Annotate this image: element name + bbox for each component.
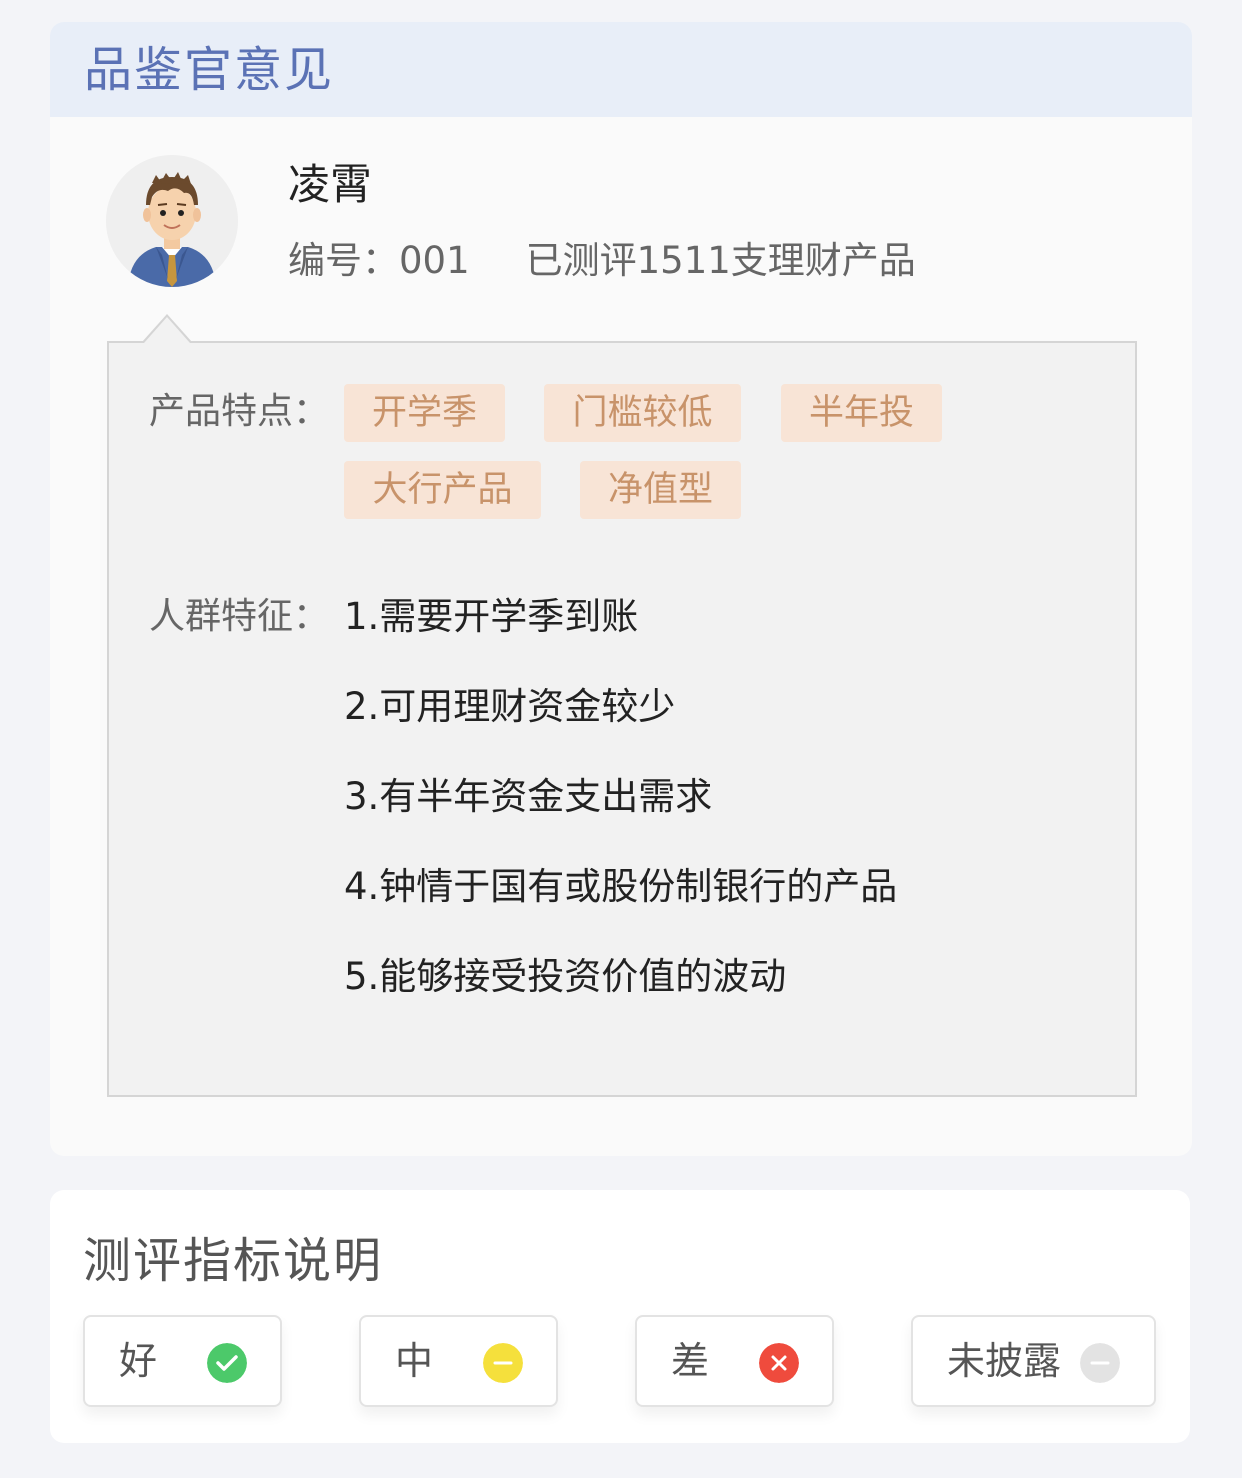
opinion-card-header: 品鉴官意见 [50,22,1192,117]
opinion-card-title: 品鉴官意见 [84,42,335,98]
reviewer-id: 编号：001 [288,239,470,282]
crowd-trait: 2.可用理财资金较少 [344,685,676,728]
reviewer-meta: 编号：001 已测评1511支理财产品 [288,236,916,286]
legend-label: 中 [395,1339,434,1383]
opinion-bubble: 产品特点： 开学季 门槛较低 半年投 大行产品 净值型 人群特征： 1.需要开学… [107,341,1137,1097]
product-features-label: 产品特点： [149,391,330,432]
check-icon [207,1343,247,1383]
legend-label: 未披露 [947,1339,1062,1383]
product-tag: 净值型 [580,461,741,519]
legend-card: 测评指标说明 好 中 差 未披露 [50,1190,1190,1443]
product-tag: 大行产品 [344,461,541,519]
legend-item-good: 好 [83,1315,282,1407]
product-tag: 开学季 [344,384,505,442]
businessman-avatar-icon [106,155,238,287]
minus-icon [483,1343,523,1383]
crowd-trait: 4.钟情于国有或股份制银行的产品 [344,865,898,908]
legend-label: 差 [671,1339,710,1383]
legend-label: 好 [119,1339,158,1383]
opinion-card: 品鉴官意见 凌霄 编号：001 已测评1511支理财产品 产品特点： 开学季 门… [50,22,1192,1156]
crowd-trait: 5.能够接受投资价值的波动 [344,955,787,998]
cross-icon [759,1343,799,1383]
legend-card-title: 测评指标说明 [83,1233,384,1289]
minus-icon [1080,1343,1120,1383]
crowd-trait: 1.需要开学季到账 [344,595,639,638]
reviewer-count: 已测评1511支理财产品 [525,239,916,282]
legend-item-undisclosed: 未披露 [911,1315,1156,1407]
legend-item-medium: 中 [359,1315,558,1407]
bubble-pointer-fill [144,317,190,343]
product-tag: 半年投 [781,384,942,442]
crowd-trait: 3.有半年资金支出需求 [344,775,713,818]
avatar[interactable] [106,155,238,287]
product-tag: 门槛较低 [544,384,741,442]
reviewer-name: 凌霄 [288,160,373,209]
legend-item-poor: 差 [635,1315,834,1407]
crowd-features-label: 人群特征： [149,596,330,637]
